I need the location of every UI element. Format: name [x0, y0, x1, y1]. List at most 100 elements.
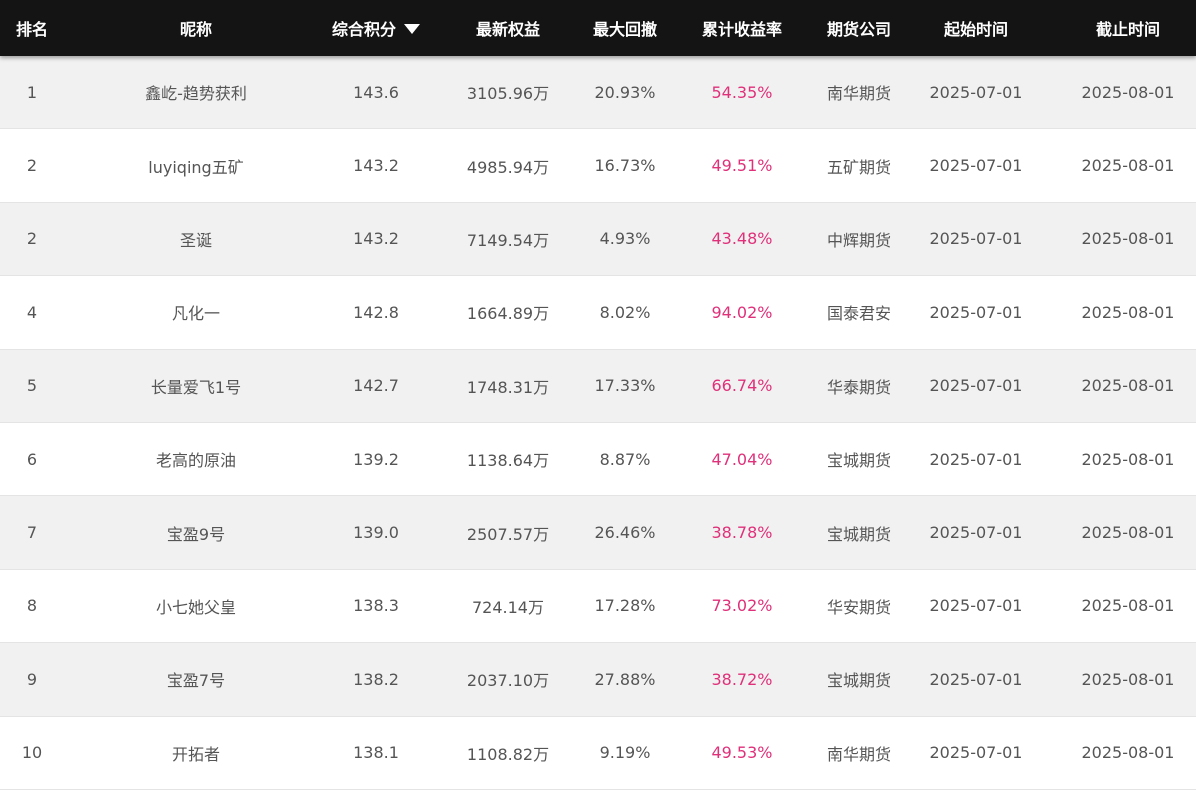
cumulative-return-cell: 54.35%	[711, 82, 773, 102]
equity-cell: 7149.54万	[466, 230, 550, 250]
table-row[interactable]: 10 开拓者 138.1 1108.82万 9.19% 49.53% 南华期货 2025-07…	[0, 716, 1196, 790]
equity-cell: 2507.57万	[466, 524, 550, 544]
end-time-cell: 2025-08-01	[1081, 229, 1175, 249]
rank-cell: 2	[26, 229, 38, 249]
end-time-cell: 2025-08-01	[1081, 376, 1175, 396]
score-cell: 142.8	[353, 302, 399, 322]
table-row[interactable]: 8 小七她父皇 138.3 724.14万 17.28% 73.02% 华安期货 2025-0…	[0, 569, 1196, 644]
end-time-cell: 2025-08-01	[1081, 302, 1175, 322]
max-drawdown-cell: 26.46%	[594, 523, 656, 543]
equity-cell: 1748.31万	[466, 377, 550, 397]
rank-cell: 9	[26, 669, 38, 689]
table-row[interactable]: 5 长量爱飞1号 142.7 1748.31万 17.33% 66.74% 华泰期货 2025…	[0, 349, 1196, 423]
max-drawdown-cell: 27.88%	[594, 669, 656, 689]
end-time-cell: 2025-08-01	[1081, 596, 1175, 616]
nickname-cell[interactable]: 鑫屹-趋势获利	[64, 56, 328, 128]
table-body: 1 鑫屹-趋势获利 143.6 3105.96万 20.93% 54.35% 南华期货 202…	[0, 56, 1196, 790]
max-drawdown-cell: 8.02%	[599, 302, 651, 322]
nickname-cell[interactable]: 长量爱飞1号	[64, 350, 328, 422]
table-row[interactable]: 1 鑫屹-趋势获利 143.6 3105.96万 20.93% 54.35% 南华期货 202…	[0, 56, 1196, 130]
header-end-time: 截止时间	[1095, 20, 1160, 39]
nickname-cell[interactable]: 宝盈7号	[64, 643, 328, 715]
header-score-label: 综合积分	[331, 20, 396, 39]
nickname-cell[interactable]: 老高的原油	[64, 423, 328, 495]
score-cell: 143.2	[353, 229, 399, 249]
nickname-cell[interactable]: luyiqing五矿	[64, 129, 328, 201]
start-time-cell: 2025-07-01	[929, 156, 1023, 176]
company-cell: 五矿期货	[826, 157, 891, 177]
max-drawdown-cell: 8.87%	[599, 449, 651, 469]
equity-cell: 724.14万	[472, 597, 544, 617]
start-time-cell: 2025-07-01	[929, 302, 1023, 322]
leaderboard-table: 排名 昵称 综合积分 最新权益 最大回撤 累计收益率 期货公司 起始时间 截止时…	[0, 0, 1196, 792]
header-cumulative-return: 累计收益率	[701, 20, 782, 39]
rank-cell: 1	[26, 82, 38, 102]
score-cell: 138.3	[353, 596, 399, 616]
start-time-cell: 2025-07-01	[929, 229, 1023, 249]
header-equity: 最新权益	[475, 20, 540, 39]
rank-cell: 10	[21, 743, 43, 763]
equity-cell: 1138.64万	[466, 451, 550, 471]
header-company: 期货公司	[826, 20, 891, 39]
company-cell: 华安期货	[826, 597, 891, 617]
header-rank: 排名	[15, 20, 48, 39]
end-time-cell: 2025-08-01	[1081, 82, 1175, 102]
end-time-cell: 2025-08-01	[1081, 743, 1175, 763]
cumulative-return-cell: 49.53%	[711, 743, 773, 763]
nickname-cell[interactable]: 宝盈9号	[64, 496, 328, 568]
start-time-cell: 2025-07-01	[929, 523, 1023, 543]
cumulative-return-cell: 66.74%	[711, 376, 773, 396]
header-max-drawdown: 最大回撤	[592, 20, 657, 39]
nickname-cell[interactable]: 凡化一	[64, 276, 328, 348]
max-drawdown-cell: 17.33%	[594, 376, 656, 396]
max-drawdown-cell: 16.73%	[594, 156, 656, 176]
nickname-cell[interactable]: 圣诞	[64, 203, 328, 275]
nickname-cell[interactable]: 小七她父皇	[64, 570, 328, 642]
start-time-cell: 2025-07-01	[929, 376, 1023, 396]
company-cell: 南华期货	[826, 744, 891, 764]
company-cell: 宝城期货	[826, 451, 891, 471]
header-nickname: 昵称	[179, 20, 212, 39]
cumulative-return-cell: 38.78%	[711, 523, 773, 543]
company-cell: 宝城期货	[826, 671, 891, 691]
start-time-cell: 2025-07-01	[929, 82, 1023, 102]
cumulative-return-cell: 47.04%	[711, 449, 773, 469]
equity-cell: 3105.96万	[466, 84, 550, 104]
end-time-cell: 2025-08-01	[1081, 156, 1175, 176]
score-cell: 138.1	[353, 743, 399, 763]
cumulative-return-cell: 49.51%	[711, 156, 773, 176]
max-drawdown-cell: 20.93%	[594, 82, 656, 102]
company-cell: 南华期货	[826, 84, 891, 104]
score-cell: 138.2	[353, 669, 399, 689]
equity-cell: 1108.82万	[466, 744, 550, 764]
rank-cell: 4	[26, 302, 38, 322]
cumulative-return-cell: 94.02%	[711, 302, 773, 322]
end-time-cell: 2025-08-01	[1081, 449, 1175, 469]
equity-cell: 2037.10万	[466, 671, 550, 691]
header-score-sort[interactable]: 综合积分	[328, 0, 424, 56]
cumulative-return-cell: 73.02%	[711, 596, 773, 616]
score-cell: 143.2	[353, 156, 399, 176]
table-row[interactable]: 9 宝盈7号 138.2 2037.10万 27.88% 38.72% 宝城期货 2025-0…	[0, 643, 1196, 717]
table-row[interactable]: 4 凡化一 142.8 1664.89万 8.02% 94.02% 国泰君安 2025-07-…	[0, 276, 1196, 350]
sort-desc-icon[interactable]	[404, 24, 420, 34]
score-cell: 143.6	[353, 82, 399, 102]
company-cell: 宝城期货	[826, 524, 891, 544]
header-start-time: 起始时间	[943, 20, 1008, 39]
rank-cell: 7	[26, 523, 38, 543]
table-row[interactable]: 2 luyiqing五矿 143.2 4985.94万 16.73% 49.51% 五矿期货…	[0, 129, 1196, 203]
rank-cell: 6	[26, 449, 38, 469]
score-cell: 139.2	[353, 449, 399, 469]
equity-cell: 4985.94万	[466, 157, 550, 177]
table-row[interactable]: 7 宝盈9号 139.0 2507.57万 26.46% 38.78% 宝城期货 2025-0…	[0, 496, 1196, 570]
table-row[interactable]: 2 圣诞 143.2 7149.54万 4.93% 43.48% 中辉期货 2025-07-0…	[0, 202, 1196, 277]
table-row[interactable]: 6 老高的原油 139.2 1138.64万 8.87% 47.04% 宝城期货 2025-0…	[0, 422, 1196, 497]
nickname-cell[interactable]: 开拓者	[64, 717, 328, 789]
rank-cell: 2	[26, 156, 38, 176]
max-drawdown-cell: 4.93%	[599, 229, 651, 249]
max-drawdown-cell: 9.19%	[599, 743, 651, 763]
table-header: 排名 昵称 综合积分 最新权益 最大回撤 累计收益率 期货公司 起始时间 截止时…	[0, 0, 1196, 56]
cumulative-return-cell: 43.48%	[711, 229, 773, 249]
equity-cell: 1664.89万	[466, 304, 550, 324]
score-cell: 139.0	[353, 523, 399, 543]
